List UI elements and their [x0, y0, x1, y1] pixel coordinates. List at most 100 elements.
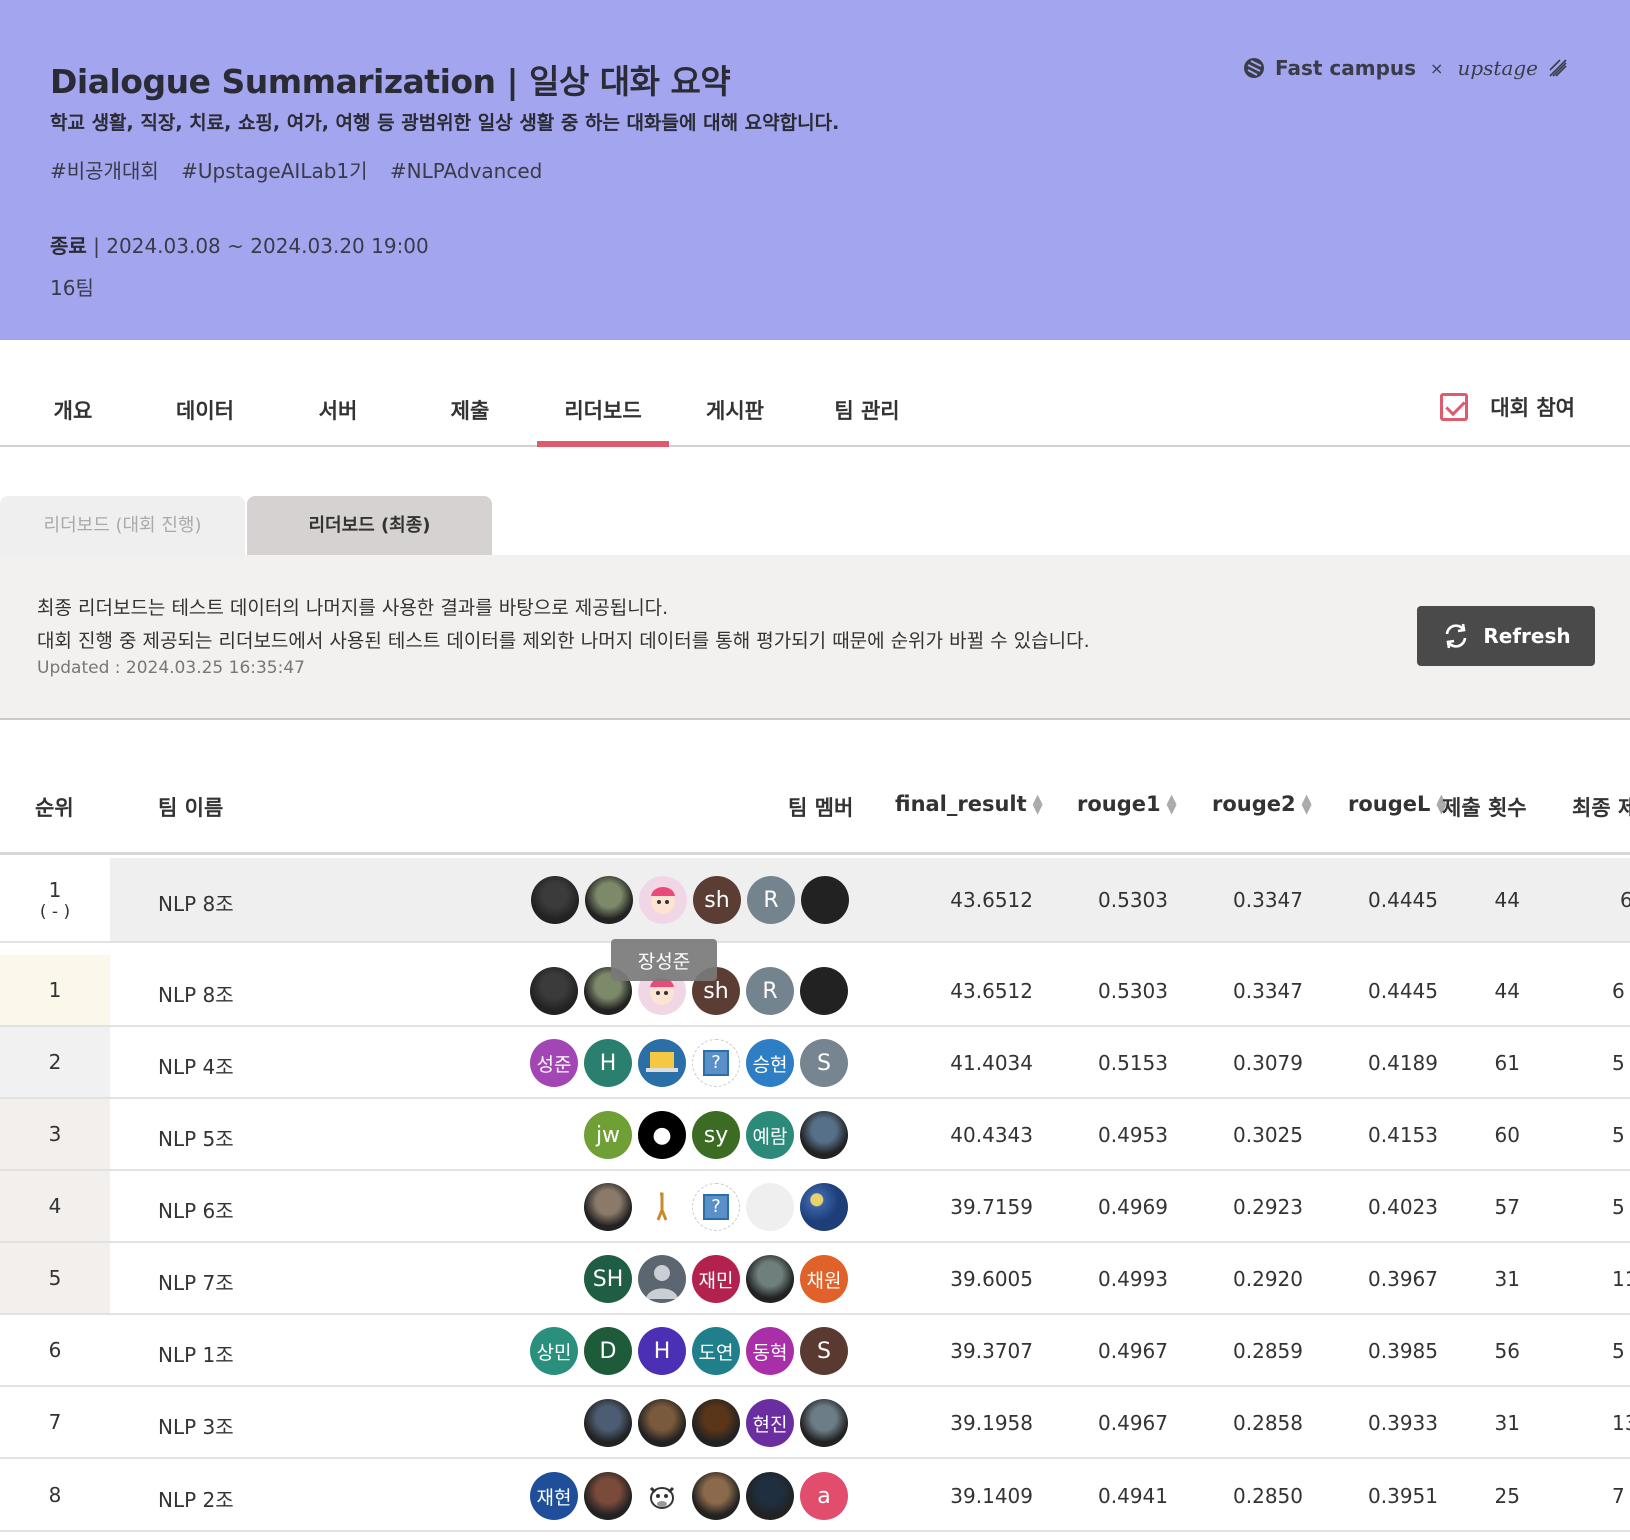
refresh-button[interactable]: Refresh	[1417, 606, 1595, 666]
header-rouge1[interactable]: rouge1 ▲ ▼	[1077, 792, 1177, 816]
avatar-photo-icon[interactable]	[584, 1183, 632, 1231]
avatar-photo-icon[interactable]	[800, 967, 848, 1015]
avatar-photo-icon[interactable]	[638, 1399, 686, 1447]
tab-overview[interactable]: 개요	[7, 395, 139, 425]
avatar-photo-icon[interactable]	[801, 876, 849, 924]
member-avatar[interactable]: 재민	[692, 1255, 740, 1303]
competition-nav: 개요 데이터 서버 제출 리더보드 게시판 팀 관리 대회 참여	[0, 340, 1630, 447]
avatar-photo-icon[interactable]	[800, 1399, 848, 1447]
member-avatar[interactable]: SH	[584, 1255, 632, 1303]
period-text: | 2024.03.08 ~ 2024.03.20 19:00	[86, 234, 429, 258]
last-submission-value: 5	[1612, 1339, 1625, 1363]
member-avatar[interactable]: 예람	[746, 1111, 794, 1159]
member-avatar[interactable]: S	[800, 1039, 848, 1087]
header-rougel[interactable]: rougeL ▲ ▼	[1348, 792, 1446, 816]
avatar-photo-icon[interactable]	[585, 876, 633, 924]
member-avatar[interactable]: R	[746, 967, 794, 1015]
submissions-value: 44	[1494, 888, 1520, 912]
member-avatar[interactable]: 채원	[800, 1255, 848, 1303]
member-avatar[interactable]: 현진	[746, 1399, 794, 1447]
rank-cell: 2	[0, 1027, 110, 1097]
last-submission-value: 5	[1612, 1123, 1625, 1147]
tab-data[interactable]: 데이터	[139, 395, 271, 425]
member-avatar[interactable]: D	[584, 1327, 632, 1375]
competition-subtitle: 학교 생활, 직장, 치료, 쇼핑, 여가, 여행 등 광범위한 일상 생활 중…	[50, 112, 840, 134]
tab-submit[interactable]: 제출	[404, 395, 536, 425]
avatar-character-icon[interactable]	[639, 876, 687, 924]
my-team-row[interactable]: 1 ( - ) NLP 8조 sh R 43.6512 0.5303 0.3347…	[0, 858, 1630, 943]
avatar-photo-icon[interactable]	[530, 967, 578, 1015]
competition-title: Dialogue Summarization | 일상 대화 요약	[50, 62, 731, 101]
info-text-1: 최종 리더보드는 테스트 데이터의 나머지를 사용한 결과를 바탕으로 제공됩니…	[37, 597, 669, 619]
leaderboard-row[interactable]: 3 NLP 5조 jw ● sy 예람 40.4343 0.4953 0.3025 0.4153 6…	[0, 1099, 1630, 1171]
avatar-default-user-icon[interactable]	[638, 1255, 686, 1303]
avatar-blank-icon[interactable]	[746, 1183, 794, 1231]
avatar-laptop-icon[interactable]	[638, 1039, 686, 1087]
tab-server[interactable]: 서버	[272, 395, 404, 425]
member-avatar[interactable]: ●	[638, 1111, 686, 1159]
rouge2-value: 0.3347	[1233, 888, 1303, 912]
tag[interactable]: #UpstageAILab1기	[181, 159, 367, 183]
member-avatar[interactable]: 승현	[746, 1039, 794, 1087]
avatar-cow-icon[interactable]	[638, 1472, 686, 1520]
leaderboard-row[interactable]: 4 NLP 6조? 39.7159 0.4969 0.2923 0.4023 57 5	[0, 1171, 1630, 1243]
join-competition-button[interactable]: 대회 참여	[1440, 392, 1575, 422]
avatar-photo-icon[interactable]	[746, 1255, 794, 1303]
header-rouge2[interactable]: rouge2 ▲ ▼	[1212, 792, 1312, 816]
member-avatar[interactable]: S	[800, 1327, 848, 1375]
subtab-leaderboard-progress[interactable]: 리더보드 (대회 진행)	[0, 496, 245, 555]
member-avatar[interactable]: 성준	[530, 1039, 578, 1087]
tag[interactable]: #비공개대회	[50, 159, 159, 183]
avatar-starry-night-icon[interactable]	[800, 1183, 848, 1231]
updated-timestamp: Updated : 2024.03.25 16:35:47	[37, 658, 305, 678]
leaderboard-row[interactable]: 8 NLP 2조 재현 a 39.1409 0.4941 0.2850 0.3951 25 7	[0, 1460, 1630, 1532]
member-avatar[interactable]: H	[584, 1039, 632, 1087]
avatar-giraffe-icon[interactable]	[638, 1183, 686, 1231]
avatar-photo-icon[interactable]	[746, 1472, 794, 1520]
member-avatar[interactable]: 재현	[530, 1472, 578, 1520]
leaderboard-row[interactable]: 2 NLP 4조 성준 H? 승현 S 41.4034 0.5153 0.3079 0.4189 6…	[0, 1027, 1630, 1099]
member-avatar[interactable]: R	[747, 876, 795, 924]
header-final-result[interactable]: final_result ▲ ▼	[895, 792, 1043, 816]
subtab-leaderboard-final[interactable]: 리더보드 (최종)	[247, 496, 492, 555]
member-initials: a	[817, 1483, 831, 1509]
avatar-photo-icon[interactable]	[584, 1472, 632, 1520]
rank-value: 1	[48, 978, 62, 1002]
final-result-value: 43.6512	[950, 888, 1033, 912]
leaderboard-row[interactable]: 7 NLP 3조 현진 39.1958 0.4967 0.2858 0.3933 31 13	[0, 1387, 1630, 1459]
leaderboard-row[interactable]: 5 NLP 7조 SH 재민 채원 39.6005 0.4993 0.2920 0.3967 31…	[0, 1243, 1630, 1315]
brand-logos: Fast campus × upstage	[1243, 56, 1568, 80]
tag[interactable]: #NLPAdvanced	[390, 159, 542, 183]
tab-team-management[interactable]: 팀 관리	[801, 395, 933, 425]
member-initials: 동혁	[752, 1341, 788, 1364]
member-avatar[interactable]: 도연	[692, 1327, 740, 1375]
rouge1-value: 0.4967	[1098, 1339, 1168, 1363]
last-submission-value: 13	[1612, 1411, 1630, 1435]
member-avatar[interactable]: 동혁	[746, 1327, 794, 1375]
leaderboard-row[interactable]: 6 NLP 1조 상민 D H 도연 동혁 S 39.3707 0.4967 0.2859 0.398…	[0, 1315, 1630, 1387]
submissions-value: 25	[1494, 1484, 1520, 1508]
tab-board[interactable]: 게시판	[669, 395, 801, 425]
team-name: NLP 2조	[158, 1488, 234, 1512]
member-avatar[interactable]: a	[800, 1472, 848, 1520]
member-avatar[interactable]: 상민	[530, 1327, 578, 1375]
member-avatar[interactable]: jw	[584, 1111, 632, 1159]
header-rougel-label: rougeL	[1348, 792, 1431, 816]
member-avatar[interactable]: H	[638, 1327, 686, 1375]
avatar-photo-icon[interactable]	[531, 876, 579, 924]
last-submission-value: 5	[1612, 1195, 1625, 1219]
avatar-unknown-icon[interactable]: ?	[692, 1039, 740, 1087]
member-initials: 예람	[752, 1125, 788, 1148]
avatar-unknown-icon[interactable]: ?	[692, 1183, 740, 1231]
avatar-photo-icon[interactable]	[692, 1472, 740, 1520]
avatar-photo-icon[interactable]	[584, 1399, 632, 1447]
member-avatar[interactable]: sh	[693, 876, 741, 924]
avatar-photo-icon[interactable]	[692, 1399, 740, 1447]
member-avatar[interactable]: sy	[692, 1111, 740, 1159]
leaderboard-row[interactable]: 1 NLP 8조 sh R 43.6512 0.5303 0.3347 0.4445 44 6	[0, 955, 1630, 1027]
header-last-submission: 최종 제	[1572, 796, 1630, 820]
avatar-photo-icon[interactable]	[800, 1111, 848, 1159]
last-submission-value: 11	[1612, 1267, 1630, 1291]
tab-leaderboard[interactable]: 리더보드	[537, 395, 669, 447]
member-initials: 성준	[536, 1053, 572, 1076]
